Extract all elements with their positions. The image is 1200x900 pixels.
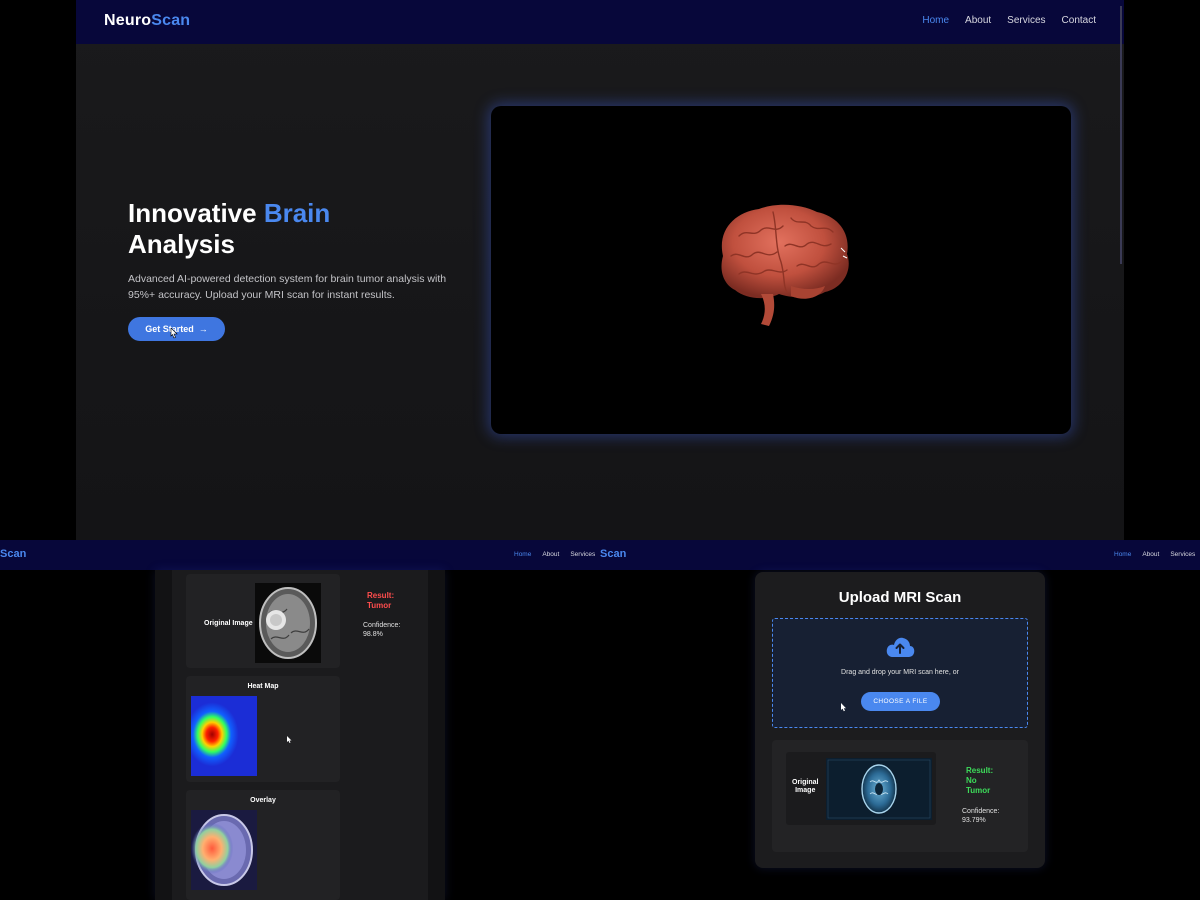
nav-about[interactable]: About (965, 15, 991, 26)
dropzone-text: Drag and drop your MRI scan here, or (841, 669, 959, 676)
scrollbar[interactable] (1120, 6, 1122, 264)
secondary-navbar: Scan Home About Services Scan Home About… (0, 540, 1200, 570)
brand-logo[interactable]: NeuroScan (104, 12, 190, 30)
mouse-pointer-icon (169, 328, 178, 339)
result-value-no-tumor: Tumor (966, 786, 991, 795)
mri-scan-image (255, 583, 321, 663)
nav-services[interactable]: Services (1170, 551, 1195, 558)
confidence-readout: Confidence: 93.79% (962, 808, 1000, 824)
nav-home[interactable]: Home (1114, 551, 1131, 558)
upload-title: Upload MRI Scan (838, 589, 962, 606)
nav-home[interactable]: Home (922, 15, 949, 26)
brand-logo-fragment-left[interactable]: Scan (0, 548, 26, 560)
nav-contact[interactable]: Contact (1062, 15, 1096, 26)
heat-map-card: Heat Map (186, 676, 340, 782)
landing-page-frame: NeuroScan Home About Services Contact In… (76, 0, 1124, 540)
nav-links-left: Home About Services (514, 551, 595, 558)
arrow-right-icon: → (198, 324, 208, 334)
mri-dropzone[interactable]: Drag and drop your MRI scan here, or CHO… (772, 618, 1028, 728)
brain-model-icon (721, 204, 849, 326)
nav-links: Home About Services Contact (922, 15, 1096, 26)
overlay-image (191, 810, 257, 890)
brand-logo-fragment-right[interactable]: Scan (600, 548, 626, 560)
nav-about[interactable]: About (542, 551, 559, 558)
mouse-pointer-icon (286, 736, 294, 746)
result-label-no-tumor: Result: No Tumor (966, 766, 994, 795)
result-value-tumor: Tumor (367, 601, 392, 610)
cloud-upload-icon (886, 637, 915, 657)
mri-scan-image (826, 758, 932, 820)
heat-map-label: Heat Map (247, 683, 279, 690)
mouse-pointer-icon (840, 703, 848, 713)
confidence-value: 93.79% (962, 817, 986, 824)
confidence-readout: Confidence: 98.8% (363, 622, 401, 638)
heat-map-image (191, 696, 257, 776)
upload-panel: Upload MRI Scan Drag and drop your MRI s… (755, 572, 1045, 868)
nav-links-right: Home About Services (1114, 551, 1195, 558)
brain-3d-viewer[interactable] (491, 106, 1071, 434)
nav-services[interactable]: Services (570, 551, 595, 558)
original-image-card: Original Image (186, 574, 340, 668)
scan-result-card: Original Image Result: No Tumor Confiden… (772, 740, 1028, 852)
top-navbar: NeuroScan Home About Services Contact (76, 0, 1124, 44)
nav-home[interactable]: Home (514, 551, 531, 558)
original-image-label: Original Image (792, 779, 819, 794)
analysis-results-panel: Original Image Result: Tumor Confidence:… (172, 570, 428, 900)
hero-description: Advanced AI-powered detection system for… (128, 273, 447, 301)
original-image-card: Original Image (786, 752, 936, 825)
nav-about[interactable]: About (1142, 551, 1159, 558)
confidence-value: 98.8% (363, 631, 383, 638)
choose-file-button[interactable]: CHOOSE A FILE (861, 692, 940, 711)
nav-services[interactable]: Services (1007, 15, 1045, 26)
overlay-label: Overlay (250, 797, 276, 804)
hero-title: Innovative Brain Analysis (128, 198, 331, 259)
result-label-tumor: Result: Tumor (367, 591, 395, 610)
overlay-card: Overlay (186, 790, 340, 900)
original-image-label: Original Image (204, 620, 253, 627)
